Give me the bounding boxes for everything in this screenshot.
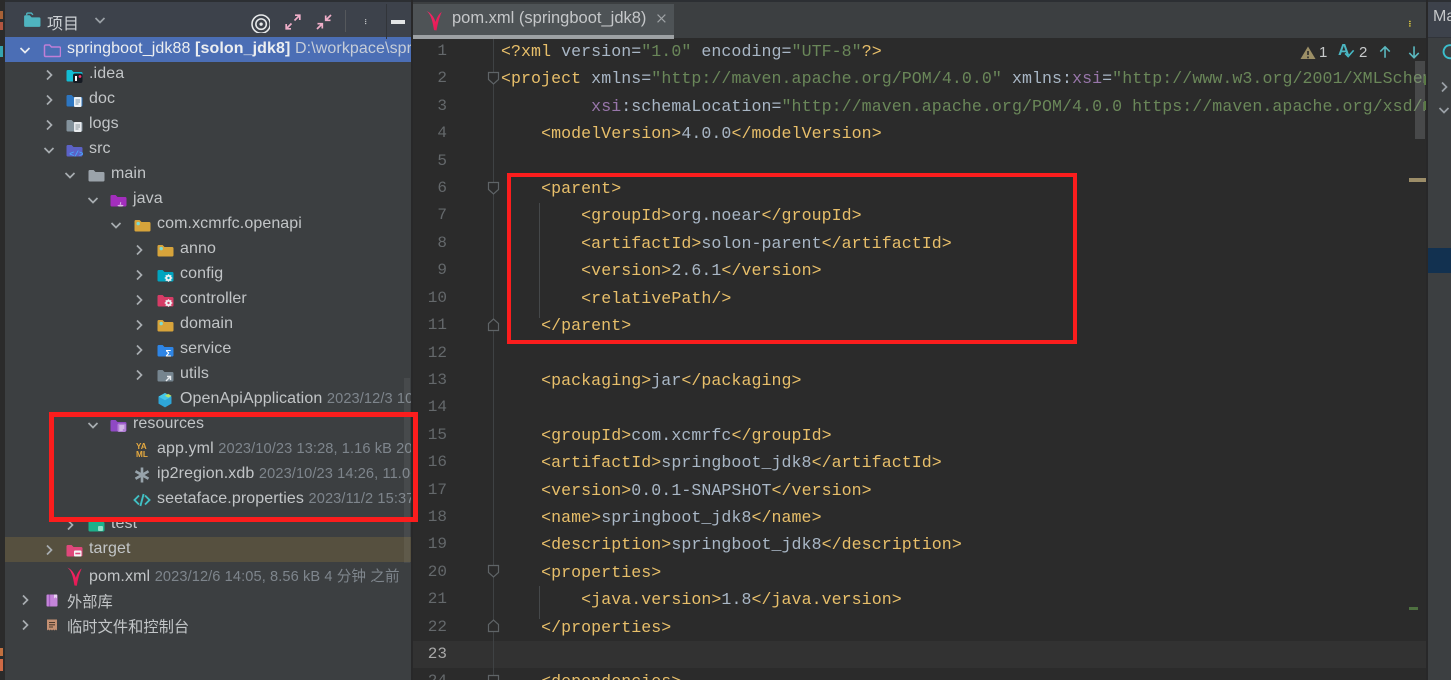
svg-text:Σ: Σ — [166, 348, 172, 359]
svg-text:</>: </> — [69, 149, 83, 159]
